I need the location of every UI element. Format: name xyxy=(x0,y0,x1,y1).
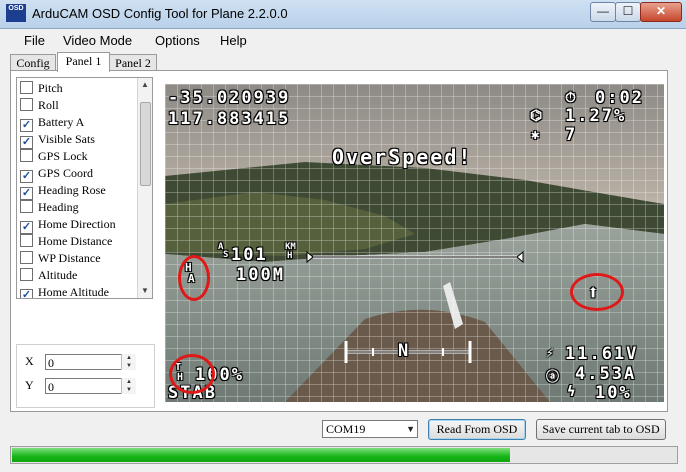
panel-item[interactable]: Home Distance xyxy=(20,233,112,250)
panel-item[interactable]: ✓ Heading Rose xyxy=(20,182,106,200)
panel-item[interactable]: Altitude xyxy=(20,267,77,284)
highlight-circle-home-altitude xyxy=(178,255,210,301)
checkbox[interactable] xyxy=(20,149,33,162)
checkbox[interactable] xyxy=(20,234,33,247)
osd-climb-bar xyxy=(306,250,524,264)
panel-item-label: Battery A xyxy=(38,115,85,129)
panel-item-label: Heading xyxy=(38,200,79,214)
panel-item-label: Home Direction xyxy=(38,217,116,231)
progress-bar xyxy=(10,446,678,464)
x-stepper[interactable]: ▲ ▼ xyxy=(121,354,136,370)
panel-item-label: WP Distance xyxy=(38,251,101,265)
osd-preview[interactable]: -35.020939 117.883415 ⏱ 0:02 ⌬ 1.27% ✱ 7… xyxy=(165,84,664,402)
tab-panel-2[interactable]: Panel 2 xyxy=(109,54,157,71)
panel-item[interactable]: ✓ GPS Coord xyxy=(20,165,94,183)
menu-video-mode[interactable]: Video Mode xyxy=(63,33,132,48)
y-label: Y xyxy=(25,378,34,392)
close-icon[interactable]: ✕ xyxy=(640,2,682,22)
osd-airspeed: 101 xyxy=(231,245,268,265)
highlight-circle-home-direction xyxy=(570,273,624,311)
tab-config[interactable]: Config xyxy=(10,54,56,71)
scroll-thumb[interactable] xyxy=(140,102,151,186)
panel-item-list: Pitch Roll ✓ Battery A ✓ Visible Sats GPS Lock… xyxy=(16,77,153,299)
osd-flight-time: 0:02 xyxy=(595,88,644,108)
panel-item[interactable]: WP Distance xyxy=(20,250,101,267)
progress-fill xyxy=(12,448,510,462)
panel-item[interactable]: Heading xyxy=(20,199,79,216)
panel-item-label: Heading Rose xyxy=(38,183,106,197)
x-label: X xyxy=(25,354,34,368)
position-group: X 0 ▲ ▼ Y 0 ▲ ▼ xyxy=(16,344,155,408)
y-stepper[interactable]: ▲ ▼ xyxy=(121,378,136,394)
checkbox[interactable] xyxy=(20,251,33,264)
osd-timer-icon: ⏱ xyxy=(565,90,578,106)
minimize-icon[interactable]: — xyxy=(590,2,616,22)
scroll-down-icon[interactable]: ▼ xyxy=(138,284,152,298)
osd-voltage: 11.61V xyxy=(565,344,639,364)
read-from-osd-button[interactable]: Read From OSD xyxy=(428,419,526,440)
osd-latitude: -35.020939 xyxy=(168,88,291,108)
panel-item-label: Roll xyxy=(38,98,59,112)
com-port-value: COM19 xyxy=(326,422,366,436)
save-tab-button[interactable]: Save current tab to OSD xyxy=(536,419,666,440)
panel-item[interactable]: ✓ Home Direction xyxy=(20,216,116,234)
osd-speed-unit-2: H xyxy=(287,251,293,261)
panel-item[interactable]: Roll xyxy=(20,97,59,114)
osd-current-icon: ⓐ xyxy=(546,370,562,385)
osd-throttle-icon: ⌬ xyxy=(530,108,545,124)
checkbox[interactable] xyxy=(20,98,33,111)
menu-options[interactable]: Options xyxy=(155,33,200,48)
panel-item[interactable]: GPS Lock xyxy=(20,148,88,165)
panel-item-label: GPS Coord xyxy=(38,166,94,180)
osd-throttle-pct: 1.27% xyxy=(565,106,627,126)
osd-satellite-icon: ✱ xyxy=(531,127,542,143)
panel-item-label: Visible Sats xyxy=(38,132,95,146)
osd-home-altitude: 100M xyxy=(236,265,285,285)
checkbox[interactable] xyxy=(20,268,33,281)
com-port-select[interactable]: COM19 ▼ xyxy=(322,420,418,438)
menu-bar: File Video Mode Options Help xyxy=(0,29,686,51)
checkbox[interactable] xyxy=(20,200,33,213)
panel-item-label: GPS Lock xyxy=(38,149,88,163)
osd-battery-icon: ϟ xyxy=(567,384,578,400)
osd-current: 4.53A xyxy=(575,364,637,384)
app-icon: OSD xyxy=(6,4,26,22)
panel-item[interactable]: ✓ Home Altitude xyxy=(20,284,109,299)
scroll-up-icon[interactable]: ▲ xyxy=(138,78,152,92)
panel-item[interactable]: ✓ Visible Sats xyxy=(20,131,95,149)
tab-panel-1[interactable]: Panel 1 xyxy=(57,52,110,72)
window-title: ArduCAM OSD Config Tool for Plane 2.2.0.… xyxy=(32,6,288,21)
panel-item-label: Home Distance xyxy=(38,234,113,248)
menu-file[interactable]: File xyxy=(24,33,45,48)
osd-as-label-bottom: S xyxy=(223,250,229,260)
x-input[interactable]: 0 xyxy=(45,354,133,370)
maximize-icon[interactable]: ☐ xyxy=(615,2,641,22)
y-input[interactable]: 0 xyxy=(45,378,133,394)
list-scrollbar[interactable]: ▲ ▼ xyxy=(137,78,152,298)
osd-heading-letter: N xyxy=(398,341,411,361)
menu-help[interactable]: Help xyxy=(220,33,247,48)
osd-longitude: 117.883415 xyxy=(168,109,291,129)
chevron-down-icon: ▼ xyxy=(406,424,415,434)
panel-item-label: Home Altitude xyxy=(38,285,109,299)
osd-warning: OverSpeed! xyxy=(332,145,473,169)
checkbox[interactable] xyxy=(20,81,33,94)
osd-sats: 7 xyxy=(565,125,578,145)
panel-item-label: Altitude xyxy=(38,268,78,282)
title-bar: OSD ArduCAM OSD Config Tool for Plane 2.… xyxy=(0,0,686,29)
panel-item[interactable]: Pitch xyxy=(20,80,63,97)
checkbox-checked[interactable]: ✓ xyxy=(20,289,33,298)
osd-battery-pct: 10% xyxy=(595,383,632,402)
highlight-circle-throttle xyxy=(169,354,215,394)
panel-item-label: Pitch xyxy=(38,81,63,95)
panel-item[interactable]: ✓ Battery A xyxy=(20,114,85,132)
osd-voltage-icon: ⚡ xyxy=(546,346,556,361)
